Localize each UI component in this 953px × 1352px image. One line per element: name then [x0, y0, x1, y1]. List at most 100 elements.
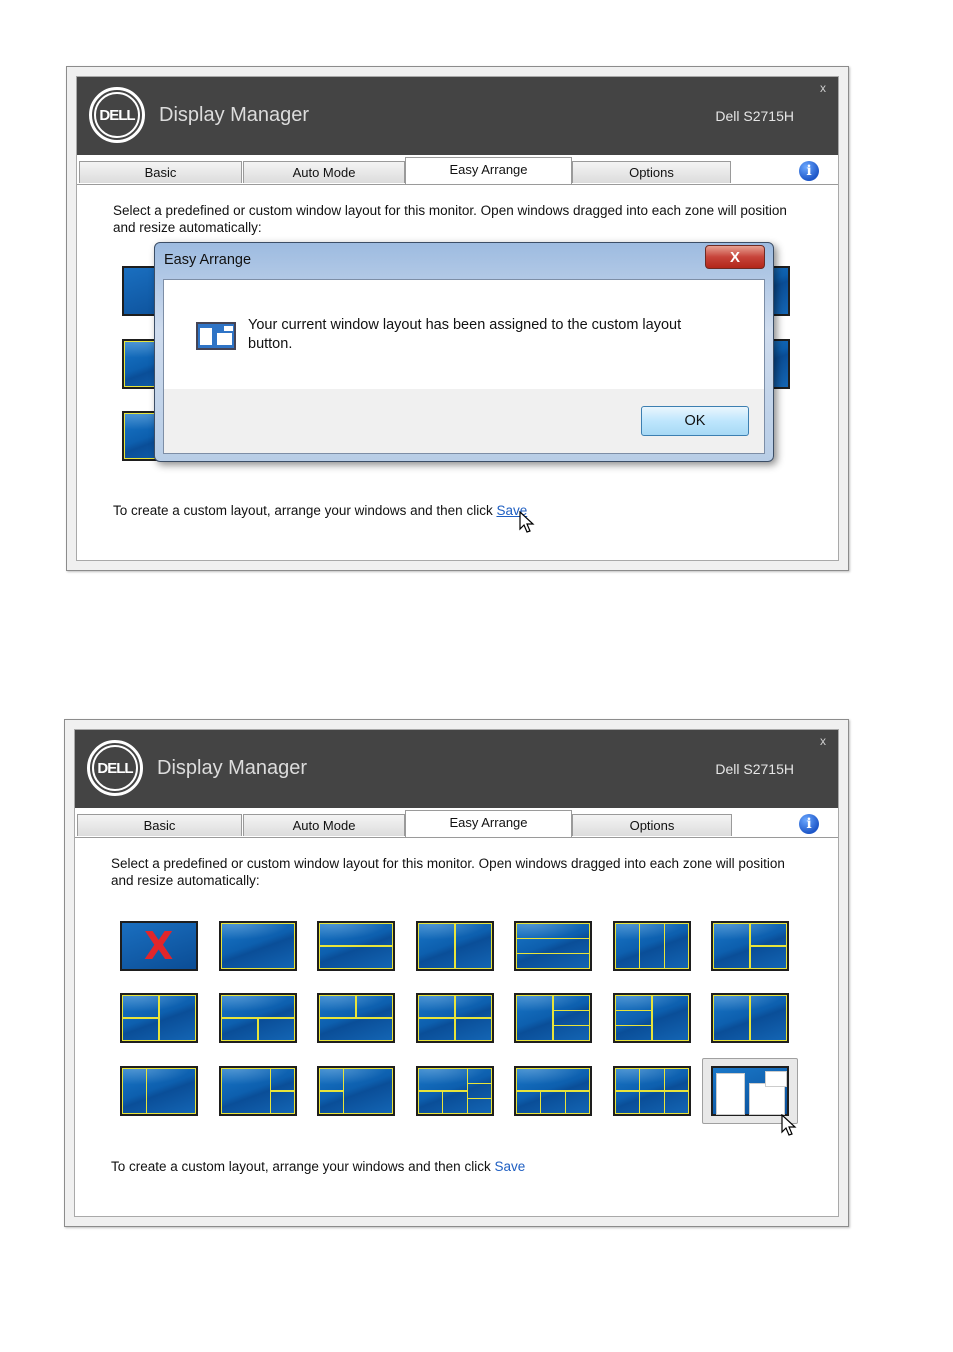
tab-bar: Basic Auto Mode Easy Arrange Options: [75, 810, 838, 838]
layout-zone: [713, 995, 750, 1041]
layout-zone: [159, 995, 196, 1041]
layout-thumb-2-4[interactable]: [416, 993, 494, 1043]
ok-button[interactable]: OK: [641, 406, 749, 436]
layout-thumb-3-4[interactable]: [416, 1066, 494, 1116]
layout-zone: [516, 953, 590, 969]
layout-thumb-1-5[interactable]: [514, 921, 592, 971]
layout-thumb-3-1[interactable]: [120, 1066, 198, 1116]
easy-arrange-dialog: Easy Arrange X Your current window layou…: [154, 242, 774, 462]
layout-zone: [713, 923, 750, 969]
tab-auto-mode[interactable]: Auto Mode: [243, 814, 405, 836]
layout-zone: [516, 1091, 542, 1114]
layout-zone: [221, 923, 295, 969]
tab-basic[interactable]: Basic: [79, 161, 242, 183]
tab-easy-arrange[interactable]: Easy Arrange: [405, 157, 572, 185]
layout-zone: [615, 1091, 641, 1114]
layout-zone: [615, 923, 641, 969]
description-text: Select a predefined or custom window lay…: [113, 203, 787, 235]
layout-zone: [466, 1098, 492, 1114]
title-bar: DELL Display Manager Dell S2715H x: [77, 77, 838, 155]
layout-thumb-2-6[interactable]: [613, 993, 691, 1043]
layout-zone: [615, 1068, 641, 1091]
dell-logo: DELL: [89, 87, 145, 143]
layout-thumb-1-1[interactable]: X: [120, 921, 198, 971]
layout-zone: [516, 938, 590, 954]
layout-zone: [122, 1018, 159, 1041]
tab-options[interactable]: Options: [572, 161, 731, 183]
layout-zone: [269, 1091, 295, 1114]
custom-layout-instructions: To create a custom layout, arrange your …: [111, 1159, 525, 1174]
layout-thumb-3-6[interactable]: [613, 1066, 691, 1116]
layout-zone: [553, 995, 590, 1011]
layout-zone: [750, 946, 787, 969]
close-icon[interactable]: x: [820, 81, 826, 95]
no-layout-icon: X: [144, 924, 174, 968]
layout-thumb-2-3[interactable]: [317, 993, 395, 1043]
layout-zone: [269, 1068, 295, 1091]
layout-zone: [221, 995, 295, 1018]
layout-zone: [418, 1068, 468, 1091]
layout-thumb-1-3[interactable]: [317, 921, 395, 971]
tab-bar: Basic Auto Mode Easy Arrange Options: [77, 157, 838, 185]
layout-zone: [639, 923, 665, 969]
dialog-close-button[interactable]: X: [705, 245, 765, 269]
layout-thumb-2-1[interactable]: [120, 993, 198, 1043]
layout-thumb-2-2[interactable]: [219, 993, 297, 1043]
tab-options[interactable]: Options: [572, 814, 732, 836]
layout-zone: [319, 1018, 393, 1041]
layout-zone: [356, 995, 393, 1018]
save-link[interactable]: Save: [494, 1159, 525, 1174]
layout-zone: [516, 923, 590, 939]
layout-zone: [319, 1068, 345, 1091]
info-icon[interactable]: i: [799, 161, 819, 181]
layout-zone: [466, 1083, 492, 1099]
layout-window-shape: [716, 1073, 745, 1115]
mouse-cursor-icon: [519, 511, 535, 533]
layout-thumb-1-7[interactable]: [711, 921, 789, 971]
layout-zone: [319, 946, 393, 969]
layout-thumb-3-3[interactable]: [317, 1066, 395, 1116]
tab-divider: [75, 837, 838, 838]
layout-window-shape: [765, 1071, 787, 1087]
screenshot-layout-grid: DELL Display Manager Dell S2715H x Basic…: [0, 600, 953, 1352]
layout-zone: [663, 1091, 689, 1114]
info-icon[interactable]: i: [799, 814, 819, 834]
layout-zone: [455, 995, 492, 1018]
tab-auto-mode[interactable]: Auto Mode: [243, 161, 405, 183]
layout-zone: [663, 923, 689, 969]
layout-zone: [663, 1068, 689, 1091]
layout-thumb-3-2[interactable]: [219, 1066, 297, 1116]
layout-window-shape: [224, 326, 233, 331]
layout-zone: [639, 1068, 665, 1091]
dialog-footer: OK: [164, 389, 764, 453]
layout-thumb-1-4[interactable]: [416, 921, 494, 971]
custom-layout-icon: [196, 322, 236, 350]
layout-zone: [343, 1068, 393, 1114]
dialog-message: Your current window layout has been assi…: [248, 317, 682, 352]
title-bar: DELL Display Manager Dell S2715H x: [75, 730, 838, 808]
tab-basic[interactable]: Basic: [77, 814, 242, 836]
custom-layout-thumb: [711, 1066, 789, 1116]
layout-zone: [455, 923, 492, 969]
layout-zone: [750, 995, 787, 1041]
layout-zone: [516, 995, 553, 1041]
layout-zone: [516, 1068, 590, 1091]
layout-zone: [553, 1010, 590, 1026]
layout-thumb-1-6[interactable]: [613, 921, 691, 971]
screenshot-with-dialog: DELL Display Manager Dell S2715H x Basic…: [0, 0, 953, 600]
layout-zone: [564, 1091, 590, 1114]
layout-thumb-1-2[interactable]: [219, 921, 297, 971]
layout-zone: [258, 1018, 295, 1041]
layout-zone: [319, 923, 393, 946]
tab-easy-arrange[interactable]: Easy Arrange: [405, 810, 572, 838]
layout-thumb-3-5[interactable]: [514, 1066, 592, 1116]
close-icon[interactable]: x: [820, 734, 826, 748]
layout-zone: [221, 1018, 258, 1041]
layout-thumb-2-7[interactable]: [711, 993, 789, 1043]
dialog-body: Your current window layout has been assi…: [163, 279, 765, 454]
display-manager-window: DELL Display Manager Dell S2715H x Basic…: [64, 719, 849, 1227]
layout-zone: [442, 1091, 468, 1114]
app-title: Display Manager: [157, 757, 308, 779]
layout-zone: [122, 1068, 148, 1114]
layout-thumb-2-5[interactable]: [514, 993, 592, 1043]
